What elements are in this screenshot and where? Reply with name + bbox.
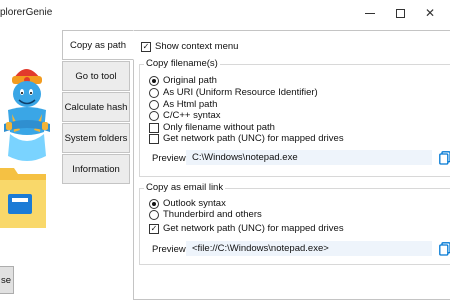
unc-path-label-1: Get network path (UNC) for mapped drives — [163, 133, 344, 144]
radio-original-path[interactable] — [149, 76, 159, 86]
radio-as-uri[interactable] — [149, 88, 159, 98]
preview-value-1: C:\Windows\notepad.exe — [192, 152, 298, 163]
minimize-button[interactable] — [360, 4, 380, 22]
genie-mascot-icon — [0, 69, 50, 228]
unc-path-checkbox-1[interactable] — [149, 134, 159, 144]
radio-c-syntax-label: C/C++ syntax — [163, 110, 221, 121]
maximize-icon — [395, 8, 405, 18]
unc-path-label-2: Get network path (UNC) for mapped drives — [163, 223, 344, 234]
title-bar: plorerGenie ✕ — [0, 0, 450, 28]
tab-information[interactable]: Information — [62, 154, 130, 184]
close-window-button[interactable]: ✕ — [420, 4, 440, 22]
tab-go-to-tool[interactable]: Go to tool — [62, 61, 130, 91]
tab-strip: Copy as path Go to tool Calculate hash S… — [62, 30, 134, 185]
settings-panel: ✓ Show context menu Copy filename(s) Ori… — [133, 30, 450, 300]
radio-outlook-syntax[interactable] — [149, 199, 159, 209]
radio-as-html-path[interactable] — [149, 100, 159, 110]
copy-filename-title: Copy filename(s) — [144, 58, 220, 69]
preview-label-2: Preview — [152, 244, 186, 255]
close-button[interactable]: se — [0, 266, 14, 294]
unc-path-checkbox-2[interactable]: ✓ — [149, 224, 159, 234]
copy-icon[interactable] — [439, 151, 450, 165]
radio-c-syntax[interactable] — [149, 111, 159, 121]
radio-outlook-syntax-label: Outlook syntax — [163, 198, 226, 209]
close-icon: ✕ — [424, 6, 436, 20]
radio-as-html-path-label: As Html path — [163, 99, 218, 110]
only-filename-checkbox[interactable] — [149, 123, 159, 133]
tab-system-folders[interactable]: System folders — [62, 123, 130, 153]
preview-field-2: <file://C:\Windows\notepad.exe> — [186, 241, 432, 256]
preview-value-2: <file://C:\Windows\notepad.exe> — [192, 243, 329, 254]
tab-calculate-hash[interactable]: Calculate hash — [62, 92, 130, 122]
email-link-title: Copy as email link — [144, 182, 226, 193]
show-context-menu-label: Show context menu — [155, 41, 239, 52]
close-button-label: se — [0, 274, 11, 286]
preview-label-1: Preview — [152, 153, 186, 164]
radio-as-uri-label: As URI (Uniform Resource Identifier) — [163, 87, 318, 98]
minimize-icon — [365, 12, 375, 14]
maximize-button[interactable] — [390, 4, 410, 22]
show-context-menu-checkbox[interactable]: ✓ — [141, 42, 151, 52]
radio-original-path-label: Original path — [163, 75, 217, 86]
radio-thunderbird[interactable] — [149, 210, 159, 220]
preview-field-1: C:\Windows\notepad.exe — [186, 150, 432, 165]
tab-copy-as-path[interactable]: Copy as path — [62, 30, 134, 60]
window-title: plorerGenie — [0, 7, 53, 18]
only-filename-label: Only filename without path — [163, 122, 275, 133]
copy-icon[interactable] — [439, 242, 450, 256]
radio-thunderbird-label: Thunderbird and others — [163, 209, 262, 220]
